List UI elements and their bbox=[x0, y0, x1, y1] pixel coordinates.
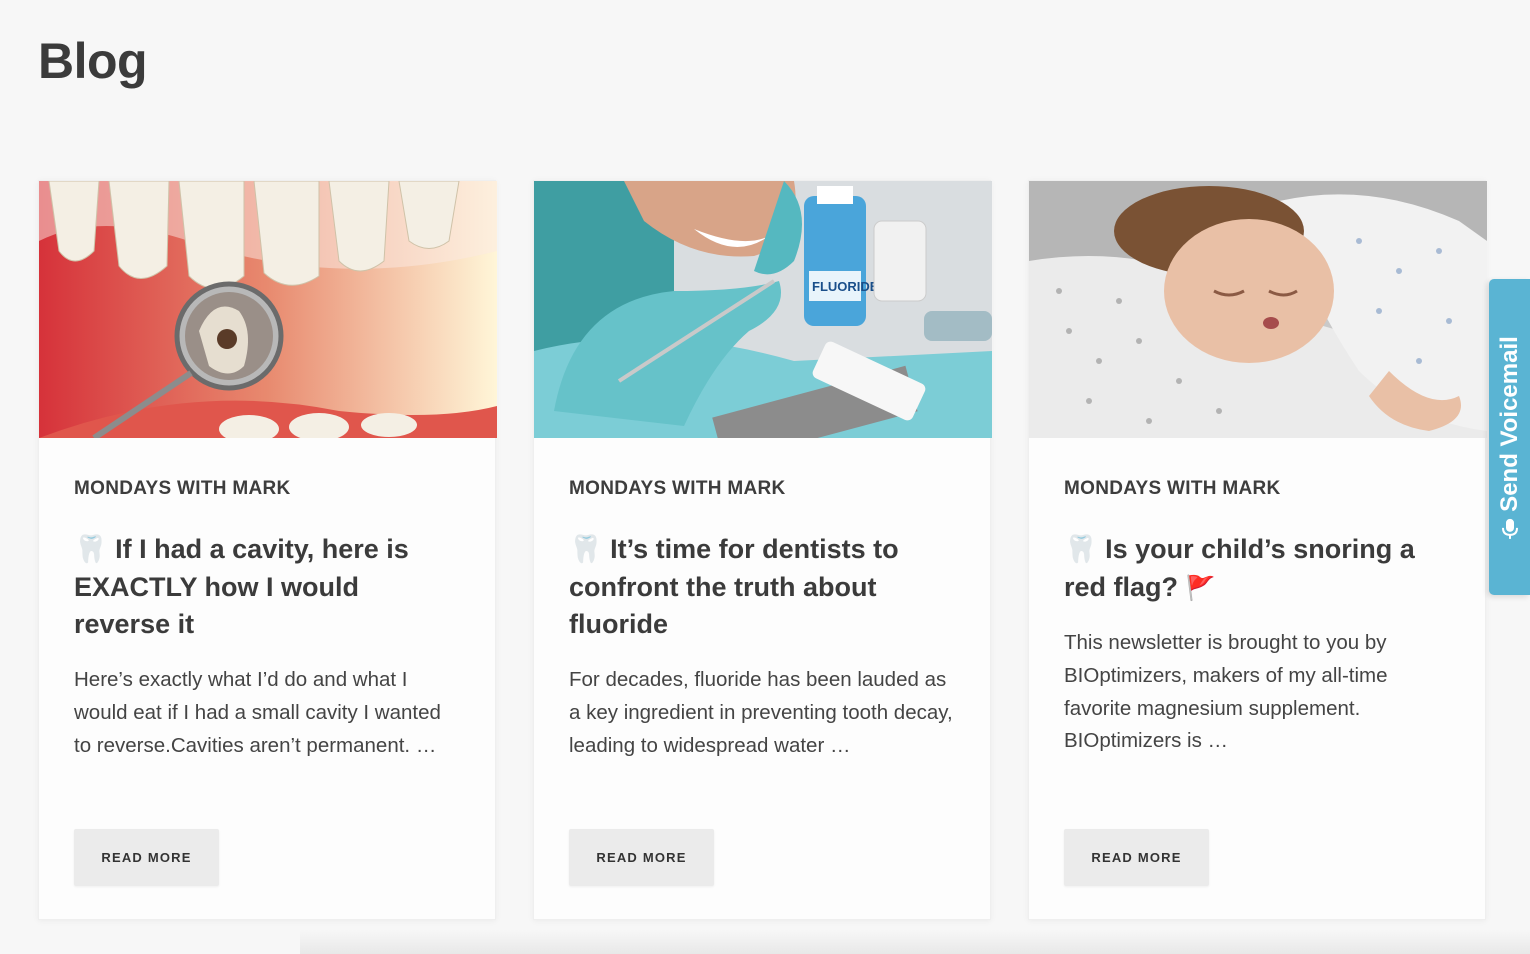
tooth-icon: 🦷 bbox=[569, 534, 603, 565]
post-title[interactable]: 🦷 Is your child’s snoring a red flag? 🚩 bbox=[1064, 531, 1444, 607]
post-category[interactable]: MONDAYS WITH MARK bbox=[74, 478, 291, 500]
post-image-cavity[interactable] bbox=[39, 181, 497, 438]
read-more-button[interactable]: READ MORE bbox=[74, 829, 219, 886]
blog-page: Blog MONDAYS WITH MARK 🦷 If I had a cavi… bbox=[0, 0, 1530, 954]
tooth-icon: 🦷 bbox=[74, 534, 108, 565]
post-title[interactable]: 🦷 It’s time for dentists to confront the… bbox=[569, 531, 949, 644]
post-title-text[interactable]: It’s time for dentists to confront the t… bbox=[569, 534, 899, 639]
post-category[interactable]: MONDAYS WITH MARK bbox=[1064, 478, 1281, 500]
post-excerpt: For decades, fluoride has been lauded as… bbox=[569, 668, 953, 757]
post-grid: MONDAYS WITH MARK 🦷 If I had a cavity, h… bbox=[38, 180, 1487, 920]
footer-shadow bbox=[300, 930, 1530, 954]
post-excerpt: This newsletter is brought to you by BIO… bbox=[1064, 631, 1388, 753]
read-more-button[interactable]: READ MORE bbox=[569, 829, 714, 886]
send-voicemail-tab[interactable]: Send Voicemail bbox=[1489, 279, 1530, 595]
post-title-text[interactable]: Is your child’s snoring a red flag? bbox=[1064, 534, 1415, 602]
page-title: Blog bbox=[38, 33, 148, 89]
send-voicemail-label: Send Voicemail bbox=[1495, 336, 1523, 512]
post-card: MONDAYS WITH MARK 🦷 Is your child’s snor… bbox=[1028, 180, 1487, 920]
post-image-sleeping-child[interactable] bbox=[1029, 181, 1487, 438]
tooth-icon: 🦷 bbox=[1064, 534, 1098, 565]
post-title-text[interactable]: If I had a cavity, here is EXACTLY how I… bbox=[74, 534, 409, 639]
post-card: FLUORIDE MONDAYS WITH MARK 🦷 It’s time f… bbox=[533, 180, 992, 920]
post-excerpt: Here’s exactly what I’d do and what I wo… bbox=[74, 668, 441, 757]
fluoride-bottle-label: FLUORIDE bbox=[812, 279, 879, 294]
post-card: MONDAYS WITH MARK 🦷 If I had a cavity, h… bbox=[38, 180, 497, 920]
read-more-button[interactable]: READ MORE bbox=[1064, 829, 1209, 886]
post-title[interactable]: 🦷 If I had a cavity, here is EXACTLY how… bbox=[74, 531, 454, 644]
post-image-fluoride[interactable]: FLUORIDE bbox=[534, 181, 992, 438]
post-category[interactable]: MONDAYS WITH MARK bbox=[569, 478, 786, 500]
microphone-icon bbox=[1501, 518, 1518, 539]
red-flag-icon: 🚩 bbox=[1185, 573, 1216, 602]
